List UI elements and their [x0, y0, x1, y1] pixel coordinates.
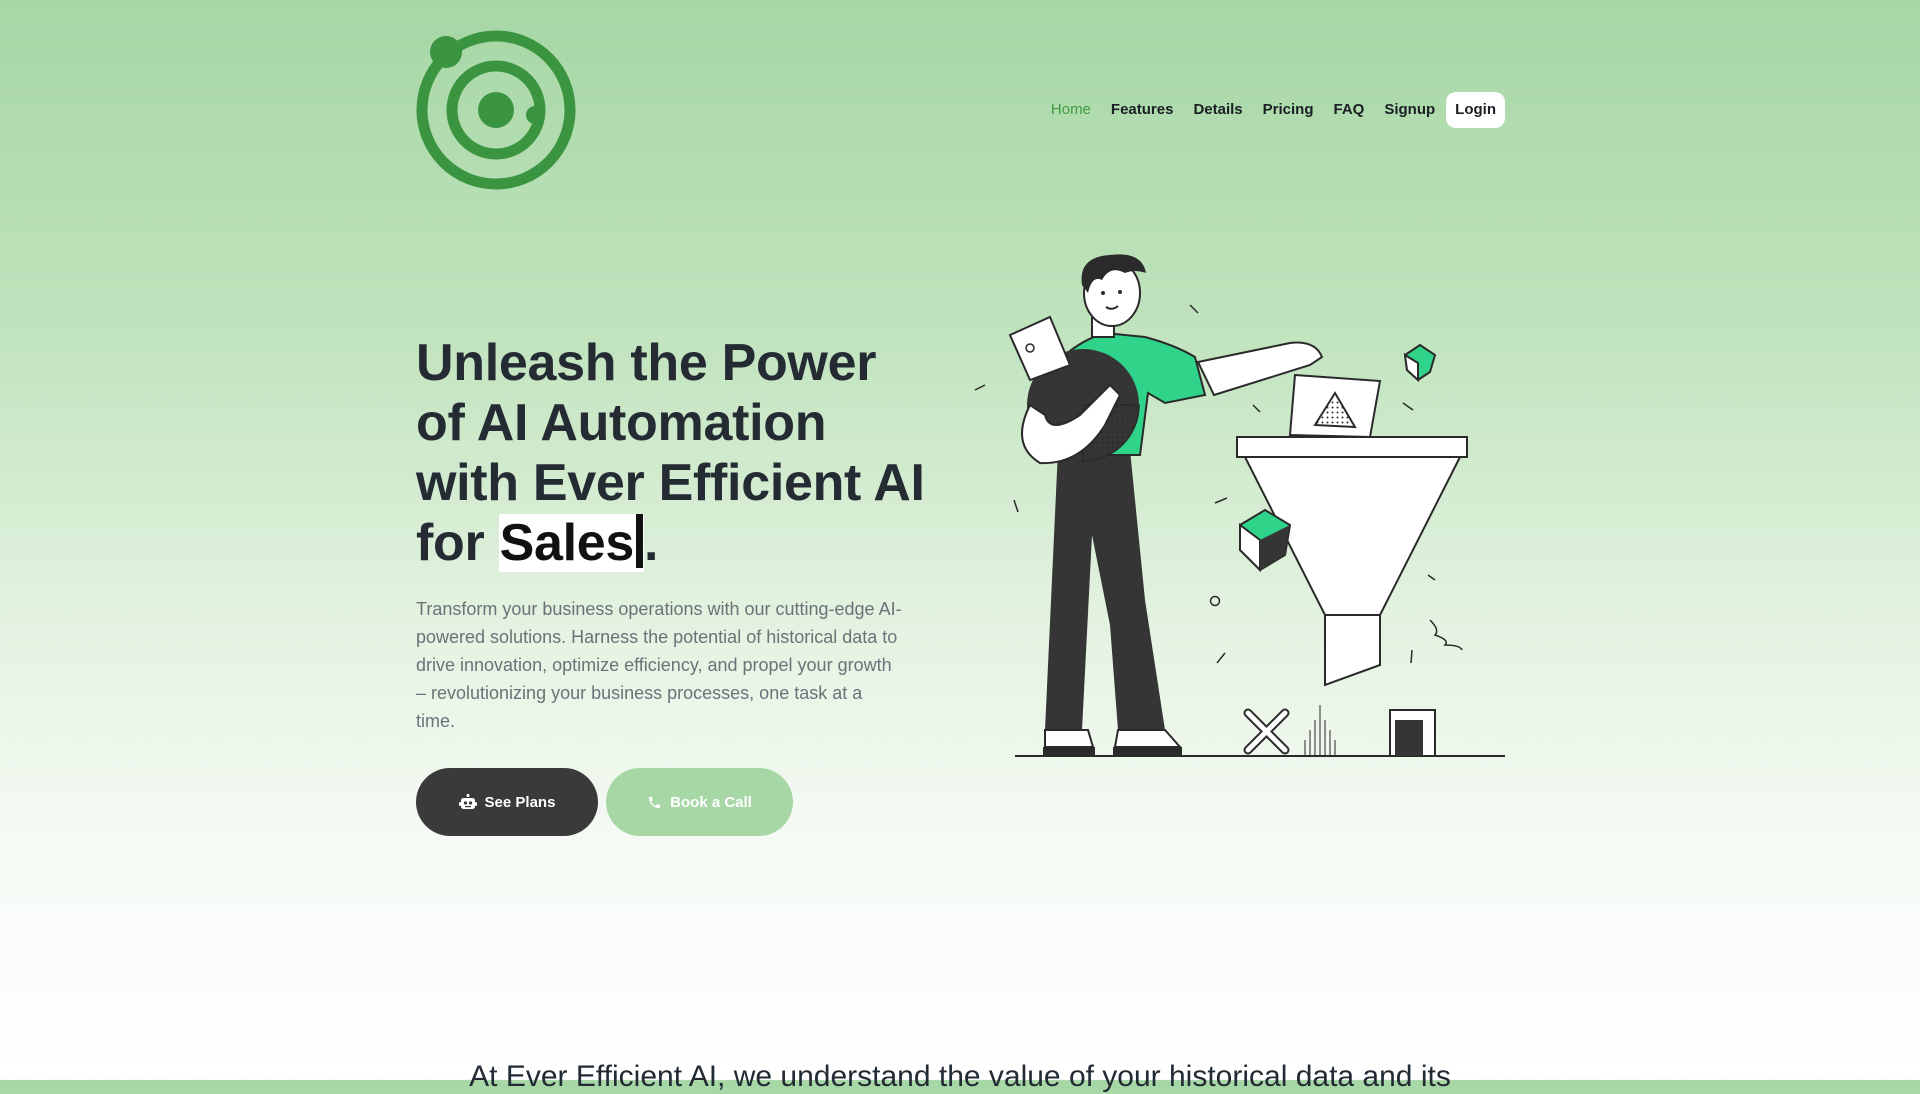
typed-word-text: Sales — [499, 514, 635, 572]
book-a-call-button[interactable]: Book a Call — [606, 768, 793, 836]
book-a-call-label: Book a Call — [670, 793, 752, 811]
nav-details[interactable]: Details — [1183, 92, 1252, 128]
main-nav: Home Features Details Pricing FAQ Signup… — [1041, 92, 1505, 128]
hero-title-end: . — [643, 514, 659, 572]
intro-text: At Ever Efficient AI, we understand the … — [469, 1060, 1451, 1093]
nav-home[interactable]: Home — [1041, 92, 1101, 128]
nav-login-button[interactable]: Login — [1446, 92, 1505, 128]
hero-title-typed-word: Sales — [498, 514, 644, 572]
nav-faq[interactable]: FAQ — [1324, 92, 1375, 128]
hero-title-lead: Unleash the Power of AI Automation with … — [416, 334, 925, 572]
nav-features[interactable]: Features — [1101, 92, 1184, 128]
hero-title: Unleash the Power of AI Automation with … — [416, 333, 936, 573]
nav-pricing[interactable]: Pricing — [1253, 92, 1324, 128]
hero-description: Transform your business operations with … — [416, 599, 902, 731]
typing-caret — [635, 514, 643, 568]
brand-logo-icon[interactable] — [416, 28, 578, 190]
robot-icon — [458, 794, 477, 809]
man-funnel-illustration — [974, 254, 1505, 757]
phone-icon — [649, 796, 661, 808]
nav-signup[interactable]: Signup — [1374, 92, 1445, 128]
see-plans-label: See Plans — [484, 793, 556, 811]
see-plans-button[interactable]: See Plans — [416, 768, 598, 836]
